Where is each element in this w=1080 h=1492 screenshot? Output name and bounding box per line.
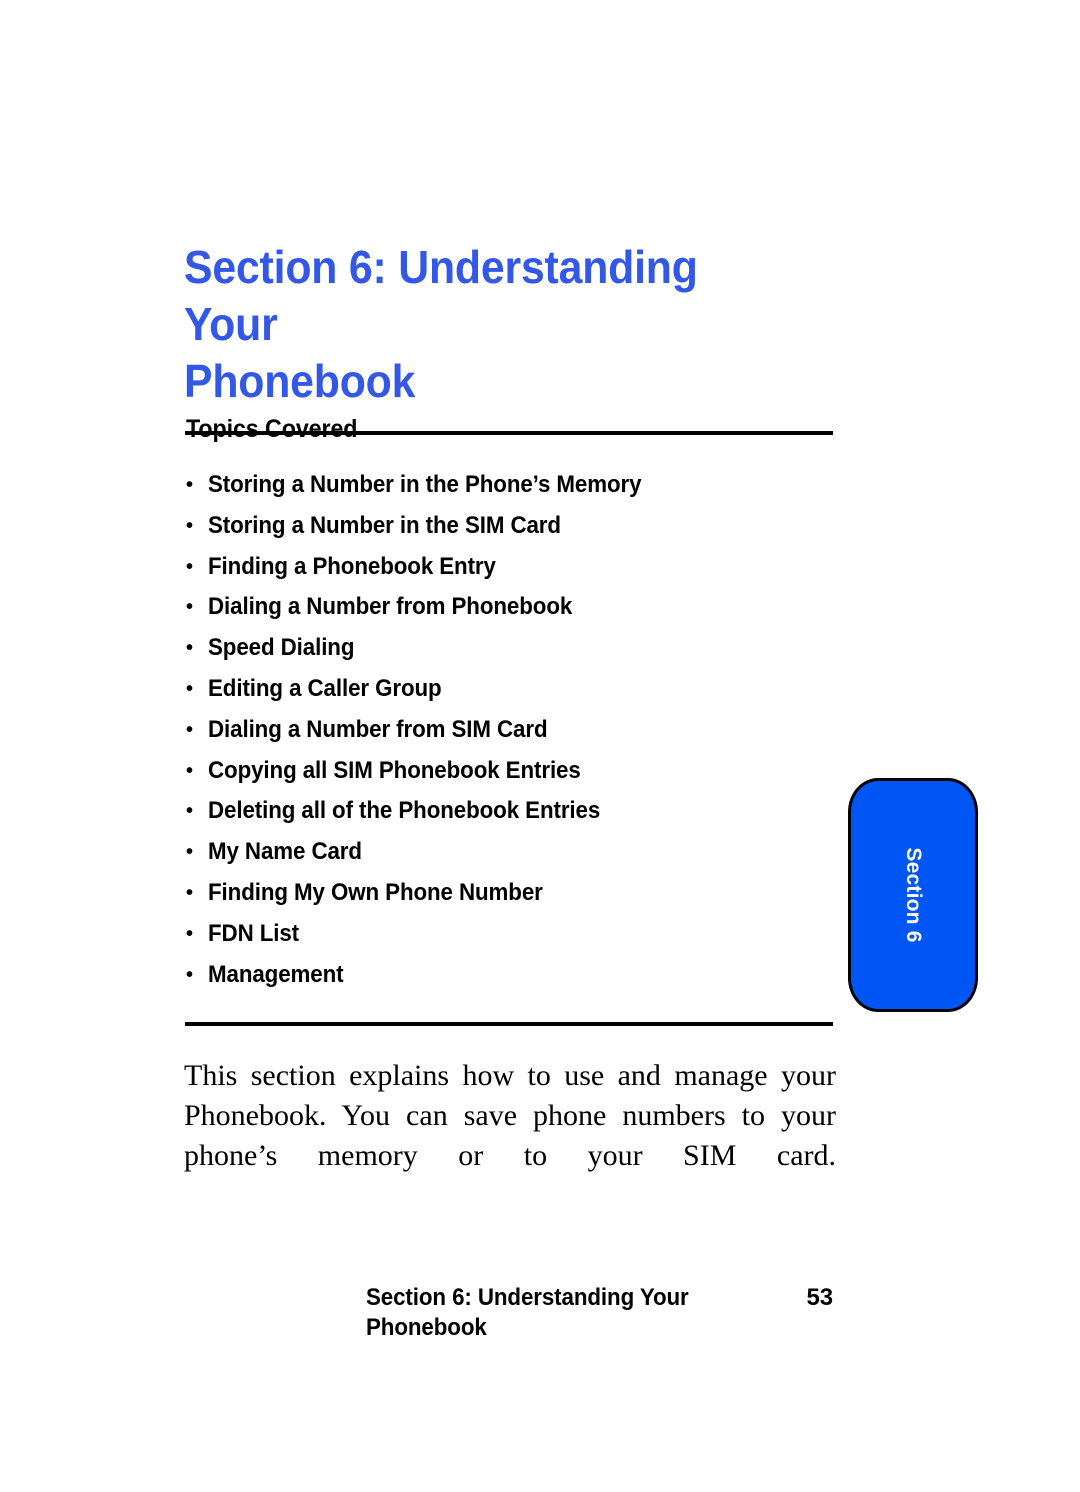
list-item: • Dialing a Number from Phonebook	[186, 592, 826, 633]
footer-title: Section 6: Understanding Your Phonebook	[366, 1284, 689, 1341]
bullet-icon: •	[186, 677, 193, 700]
list-item: • Deleting all of the Phonebook Entries	[186, 796, 826, 837]
page-number: 53	[806, 1284, 834, 1311]
list-item-label: My Name Card	[208, 838, 362, 866]
list-item-label: Dialing a Number from SIM Card	[208, 715, 548, 743]
page-footer: Section 6: Understanding Your Phonebook …	[366, 1283, 833, 1343]
list-item: • My Name Card	[186, 837, 826, 878]
list-item: • Finding a Phonebook Entry	[186, 552, 826, 593]
list-item: • FDN List	[186, 919, 826, 960]
list-item: • Dialing a Number from SIM Card	[186, 715, 826, 756]
divider-top	[185, 431, 833, 435]
bullet-icon: •	[186, 881, 193, 904]
list-item-label: Editing a Caller Group	[208, 674, 442, 702]
bullet-icon: •	[186, 514, 193, 537]
bullet-icon: •	[186, 922, 193, 945]
list-item: • Editing a Caller Group	[186, 674, 826, 715]
bullet-icon: •	[186, 555, 193, 578]
list-item: • Copying all SIM Phonebook Entries	[186, 756, 826, 797]
section-tab-label: Section 6	[902, 847, 925, 943]
bullet-icon: •	[186, 841, 193, 864]
bullet-icon: •	[186, 474, 193, 496]
list-item-label: Speed Dialing	[208, 634, 355, 662]
list-item-label: FDN List	[208, 919, 300, 947]
manual-page: Section 6: Understanding Your Phonebook …	[0, 0, 1080, 1492]
page-title-line-1: Section 6: Understanding Your	[184, 240, 698, 350]
page-title: Section 6: Understanding Your Phonebook	[184, 239, 779, 410]
list-item-label: Dialing a Number from Phonebook	[208, 593, 573, 621]
list-item-label: Copying all SIM Phonebook Entries	[208, 756, 581, 784]
list-item-label: Finding a Phonebook Entry	[208, 552, 496, 580]
list-item-label: Management	[208, 960, 344, 988]
bullet-icon: •	[186, 800, 193, 823]
list-item: • Finding My Own Phone Number	[186, 878, 826, 919]
list-item: • Storing a Number in the SIM Card	[186, 511, 826, 552]
list-item: • Storing a Number in the Phone’s Memory	[186, 470, 826, 511]
list-item-label: Deleting all of the Phonebook Entries	[208, 797, 601, 825]
bullet-icon: •	[186, 963, 193, 986]
list-item: • Management	[186, 960, 826, 1001]
divider-bottom	[185, 1022, 833, 1026]
bullet-icon: •	[186, 759, 193, 782]
intro-paragraph: This section explains how to use and man…	[184, 1059, 836, 1172]
list-item-label: Finding My Own Phone Number	[208, 878, 543, 906]
list-item-label: Storing a Number in the SIM Card	[208, 511, 561, 539]
topics-list: • Storing a Number in the Phone’s Memory…	[186, 470, 826, 1000]
topics-covered-heading: Topics Covered	[186, 414, 358, 443]
section-thumb-tab: Section 6	[848, 778, 978, 1012]
page-title-line-2: Phonebook	[184, 354, 416, 407]
bullet-icon: •	[186, 596, 193, 619]
list-item-label: Storing a Number in the Phone’s Memory	[208, 471, 642, 498]
bullet-icon: •	[186, 637, 193, 660]
bullet-icon: •	[186, 718, 193, 741]
list-item: • Speed Dialing	[186, 633, 826, 674]
